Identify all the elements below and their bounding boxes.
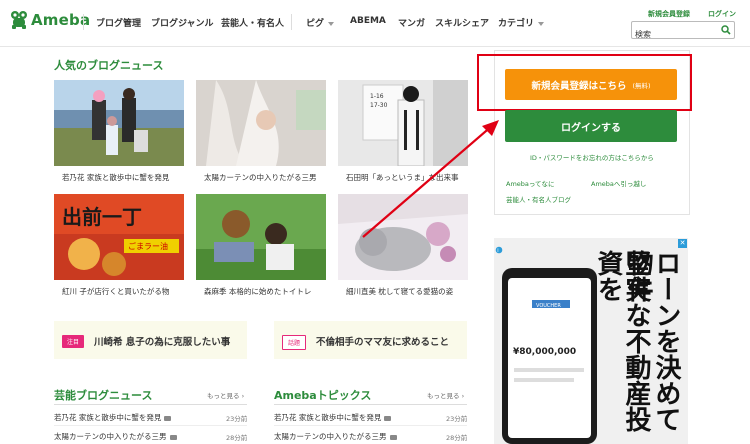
camera-icon [384,415,392,421]
celeb-row[interactable]: 若乃花 家族と散歩中に蟹を発見 [54,412,172,423]
nav-skillshare[interactable]: スキルシェア [435,16,489,29]
banner-text: 不倫相手のママ友に求めること [316,337,450,348]
more-label: もっと見る [427,392,460,400]
divider [291,14,292,30]
login-button[interactable]: ログインする [505,110,677,142]
frog-logo-icon [10,10,28,30]
nav-blog-genre[interactable]: ブログジャンル [151,16,214,29]
row-text: 太陽カーテンの中入りたがる三男 [274,432,387,441]
nav-blog-manage[interactable]: ブログ管理 [96,16,141,29]
search-input[interactable] [632,26,718,43]
news-caption[interactable]: 若乃花 家族と散歩中に蟹を発見 [62,172,192,183]
camera-icon [389,434,397,440]
header-login-link[interactable]: ログイン [708,9,736,19]
svg-text:VOUCHER: VOUCHER [536,303,561,309]
svg-text:ごまラー油: ごまラー油 [128,241,168,251]
svg-text:¥80,000,000: ¥80,000,000 [513,347,576,357]
row-text: 太陽カーテンの中入りたがる三男 [54,432,167,441]
svg-text:i: i [497,248,498,254]
camera-icon [169,434,177,440]
topics-row[interactable]: 若乃花 家族と散歩中に蟹を発見 [274,412,392,423]
row-time: 28分前 [226,434,248,442]
row-text: 若乃花 家族と散歩中に蟹を発見 [54,413,162,422]
divider [274,425,467,426]
ad-choices-icon[interactable]: i [495,239,505,254]
news-thumb-2[interactable] [196,80,326,166]
celeb-news-title: 芸能ブログニュース [54,389,153,402]
svg-text:出前一丁: 出前一丁 [62,205,142,229]
search-icon[interactable] [721,25,731,35]
forgot-password-link[interactable]: ID・パスワードをお忘れの方はこちらから [530,152,654,162]
highlight-box [477,54,692,111]
divider [54,425,247,426]
divider [274,404,467,405]
chevron-down-icon [328,21,335,26]
celeb-more-link[interactable]: もっと見る › [207,390,244,400]
header-register-link[interactable]: 新規会員登録 [648,9,690,19]
news-caption[interactable]: 太陽カーテンの中入りたがる三男 [204,172,334,183]
snack-photo-image: 出前一丁 ごまラー油 [54,194,184,280]
ameba-logo[interactable]: Ameba [10,10,90,30]
logo-text: Ameba [31,11,91,29]
svg-text:1-16: 1-16 [370,93,384,100]
what-is-ameba-link[interactable]: Amebaってなに [506,178,555,188]
news-thumb-1[interactable] [54,80,184,166]
nav-manga[interactable]: マンガ [398,16,425,29]
red-arrow-annotation [362,120,499,238]
celeb-row[interactable]: 太陽カーテンの中入りたがる三男 [54,431,177,442]
row-time: 23分前 [446,415,468,423]
chevron-right-icon: › [241,392,245,400]
news-caption[interactable]: 紅川 子が店行くと買いたがる物 [62,286,192,297]
ad-banner[interactable]: VOUCHER ¥80,000,000 i ✕ ローンを決めて物件 堅実な不動産… [494,238,688,444]
row-time: 23分前 [226,415,248,423]
news-thumb-4[interactable]: 出前一丁 ごまラー油 [54,194,184,280]
chevron-down-icon [538,21,545,26]
nav-pigg-label: ピグ [306,19,325,29]
svg-text:17-30: 17-30 [370,102,388,109]
popular-news-title: 人気のブログニュース [54,59,164,72]
family-photo-image [54,80,184,166]
banner-text: 川崎希 息子の為に克服したい事 [94,337,231,348]
news-caption[interactable]: 細川直美 枕して寝てる愛猫の姿 [346,286,466,297]
more-label: もっと見る [207,392,240,400]
row-text: 若乃花 家族と散歩中に蟹を発見 [274,413,382,422]
divider [54,404,247,405]
search-box[interactable] [631,21,735,43]
nav-pigg[interactable]: ピグ [306,16,335,29]
trending-banner[interactable]: 話題 不倫相手のママ友に求めること [274,321,467,359]
topics-row[interactable]: 太陽カーテンの中入りたがる三男 [274,431,397,442]
top-header: Ameba ブログ管理 ブログジャンル 芸能人・有名人 ピグ ABEMA マンガ… [0,0,750,47]
ad-close-icon[interactable]: ✕ [678,239,687,248]
nav-category-label: カテゴリ [498,19,535,29]
row-time: 28分前 [446,434,468,442]
ad-headline-col2: 堅実な不動産投資を [593,250,651,432]
badge-featured: 注目 [62,335,85,348]
badge-trending: 話題 [282,335,307,350]
news-thumb-5[interactable] [196,194,326,280]
camera-icon [164,415,172,421]
news-caption[interactable]: 森麻季 本格的に始めたトイトレ [204,286,334,297]
topics-title: Amebaトピックス [274,389,372,402]
toddler-photo-image [196,194,326,280]
celebrity-blog-link[interactable]: 芸能人・有名人ブログ [506,194,571,204]
nav-celebrity[interactable]: 芸能人・有名人 [221,16,284,29]
featured-banner[interactable]: 注目 川崎希 息子の為に克服したい事 [54,321,247,359]
curtain-photo-image [196,80,326,166]
chevron-right-icon: › [461,392,465,400]
nav-category[interactable]: カテゴリ [498,16,545,29]
topics-more-link[interactable]: もっと見る › [427,390,464,400]
nav-abema[interactable]: ABEMA [350,16,386,26]
move-to-ameba-link[interactable]: Amebaへ引っ越し [591,178,646,188]
ad-headline-col1: ローンを決めて物件 [623,250,681,432]
divider [83,14,84,30]
